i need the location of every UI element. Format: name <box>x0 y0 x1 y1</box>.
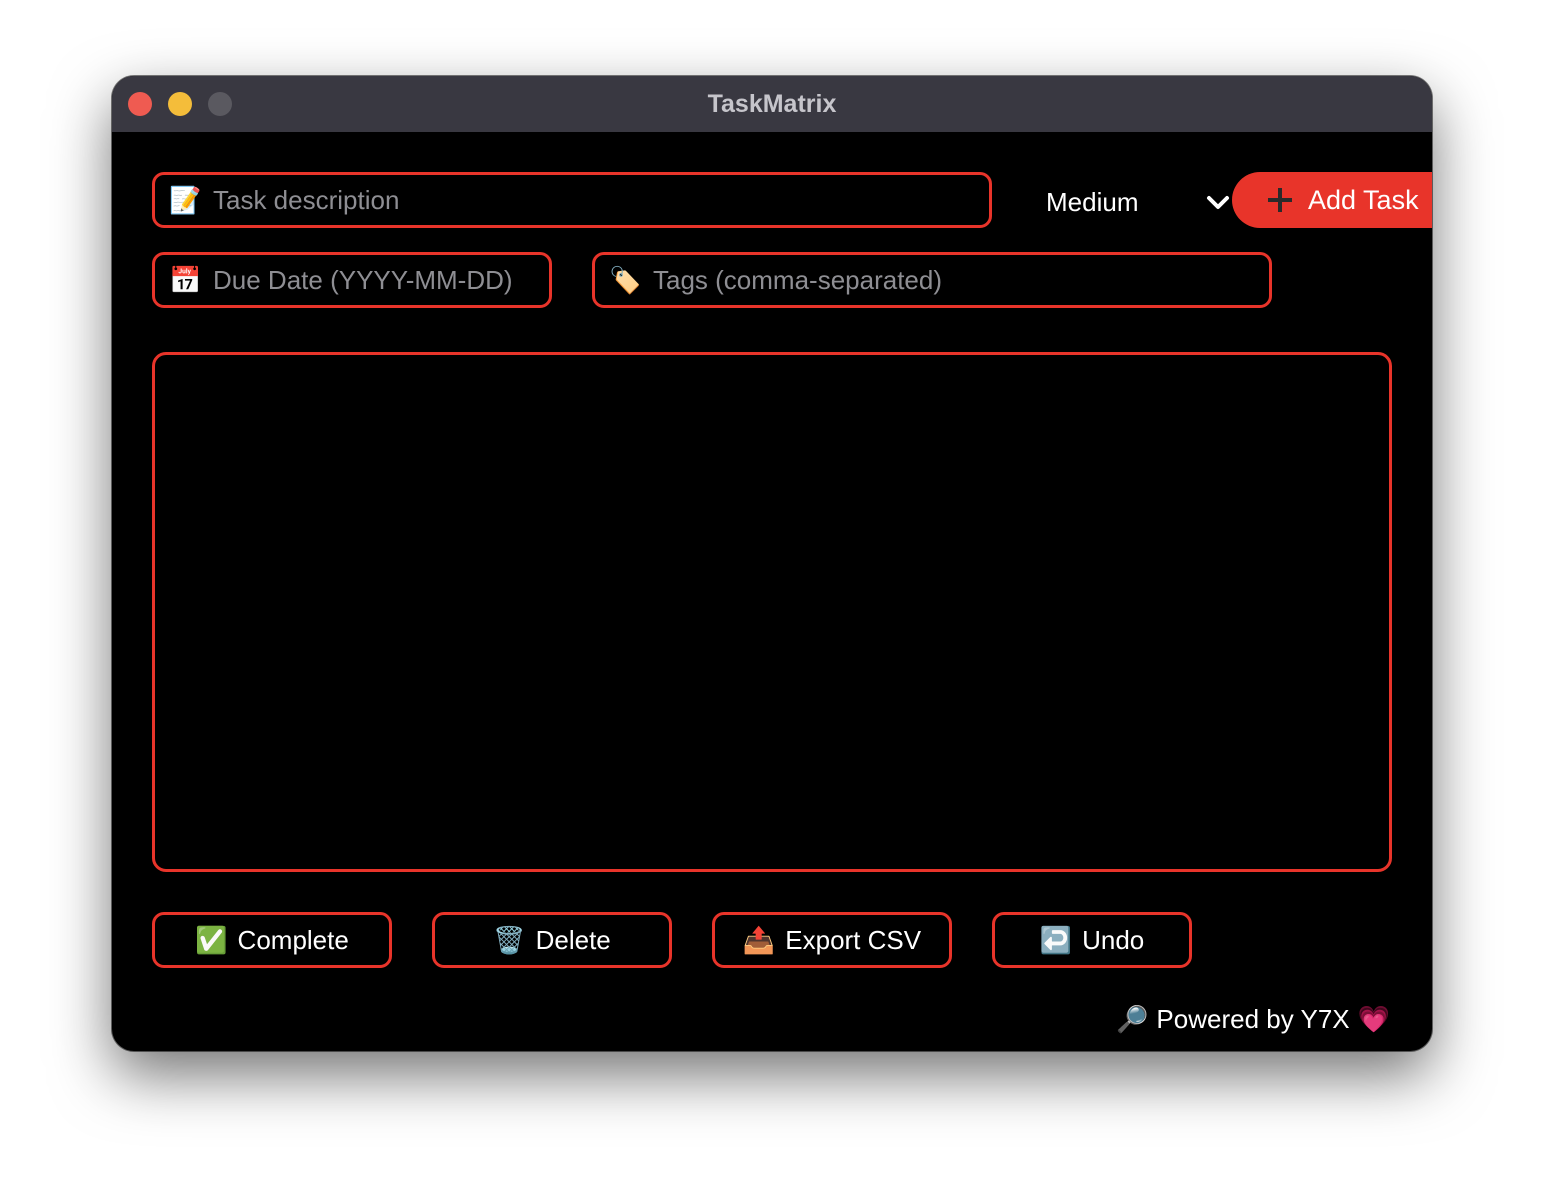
task-description-placeholder: Task description <box>213 184 400 215</box>
tags-input[interactable]: 🏷️ Tags (comma-separated) <box>592 252 1272 308</box>
delete-label: Delete <box>535 924 611 955</box>
task-list[interactable] <box>152 352 1392 872</box>
delete-button[interactable]: 🗑️ Delete <box>432 912 672 968</box>
check-mark-icon: ✅ <box>195 924 228 955</box>
due-date-input[interactable]: 📅 Due Date (YYYY-MM-DD) <box>152 252 552 308</box>
add-task-label: Add Task <box>1308 184 1419 215</box>
outbox-tray-icon: 📤 <box>742 924 776 955</box>
task-description-input[interactable]: 📝 Task description <box>152 172 992 228</box>
app-window: TaskMatrix 📝 Task description Medium Add… <box>112 76 1432 1051</box>
export-csv-button[interactable]: 📤 Export CSV <box>712 912 952 968</box>
undo-button[interactable]: ↩️ Undo <box>992 912 1192 968</box>
priority-select[interactable]: Medium <box>1032 176 1232 228</box>
magnifier-icon: 🔎 <box>1116 1004 1149 1034</box>
trash-icon: 🗑️ <box>493 924 526 955</box>
footer-credit: 🔎 Powered by Y7X 💗 <box>1108 1004 1398 1035</box>
add-task-button[interactable]: Add Task <box>1232 172 1432 228</box>
heart-icon: 💗 <box>1357 1004 1390 1034</box>
export-csv-label: Export CSV <box>785 924 922 955</box>
complete-button[interactable]: ✅ Complete <box>152 912 392 968</box>
undo-label: Undo <box>1082 924 1145 955</box>
undo-arrow-icon: ↩️ <box>1039 924 1073 955</box>
calendar-icon: 📅 <box>169 264 202 295</box>
due-date-placeholder: Due Date (YYYY-MM-DD) <box>213 264 513 295</box>
plus-icon <box>1268 188 1292 212</box>
window-title: TaskMatrix <box>707 90 837 118</box>
footer-text: Powered by Y7X <box>1156 1004 1350 1034</box>
chevron-down-icon <box>1207 196 1229 209</box>
priority-selected-value: Medium <box>1046 186 1139 217</box>
tags-placeholder: Tags (comma-separated) <box>653 264 942 295</box>
memo-icon: 📝 <box>169 184 202 215</box>
tag-icon: 🏷️ <box>609 264 642 295</box>
title-bar[interactable]: TaskMatrix <box>112 76 1432 132</box>
complete-label: Complete <box>237 924 349 955</box>
